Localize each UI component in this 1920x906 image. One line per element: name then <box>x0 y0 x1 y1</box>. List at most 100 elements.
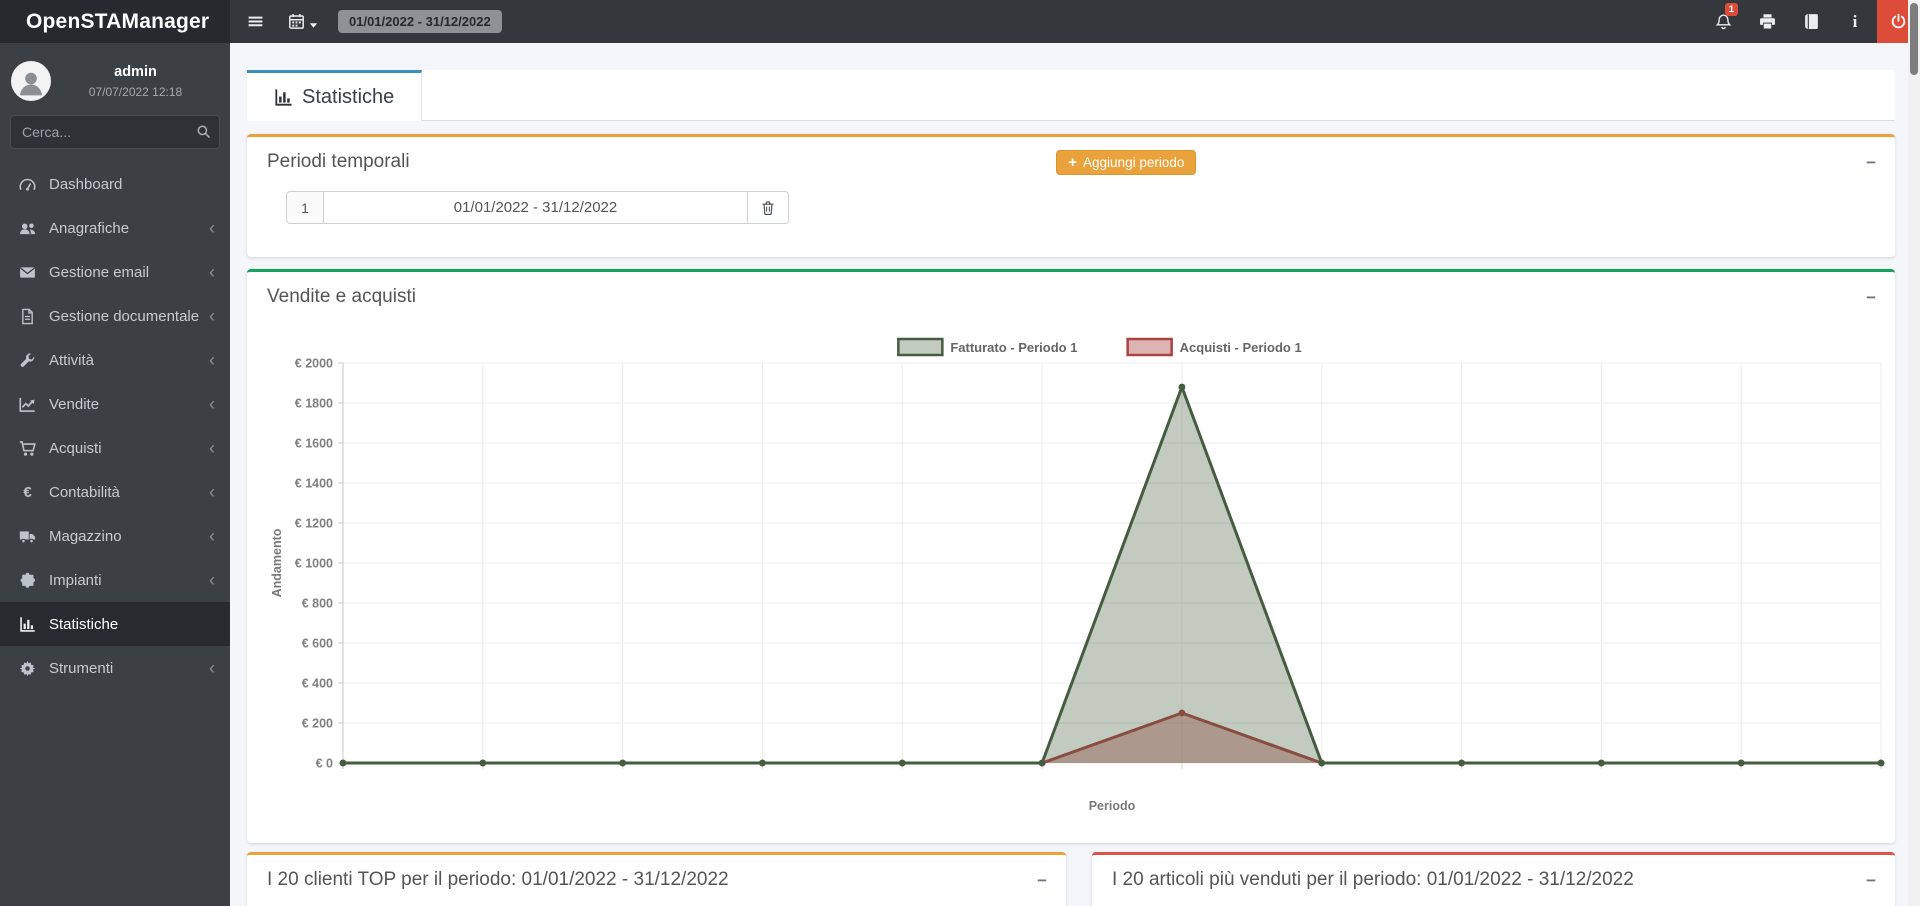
bar-chart-icon <box>274 88 293 107</box>
user-panel: admin 07/07/2022 12:18 <box>0 43 230 101</box>
collapse-periods-button[interactable]: − <box>1866 154 1876 171</box>
search-icon[interactable] <box>196 124 211 139</box>
sidebar-item-label: Statistiche <box>49 616 118 633</box>
sidebar-item-gestione-email[interactable]: Gestione email ‹ <box>0 250 230 294</box>
search-input[interactable] <box>10 115 220 149</box>
avatar <box>11 61 51 101</box>
period-row: 1 <box>286 191 789 224</box>
svg-text:Fatturato - Periodo 1: Fatturato - Periodo 1 <box>950 340 1077 355</box>
periods-card: Periodi temporali + Aggiungi periodo − 1 <box>247 134 1895 257</box>
euro-icon: € <box>18 484 37 501</box>
sidebar-item-label: Impianti <box>49 572 102 589</box>
svg-text:€ 800: € 800 <box>302 597 333 611</box>
chevron-left-icon: ‹ <box>209 527 215 545</box>
chevron-left-icon: ‹ <box>209 263 215 281</box>
sidebar: admin 07/07/2022 12:18 DashboardAnagrafi… <box>0 43 230 906</box>
delete-period-button[interactable] <box>748 191 789 224</box>
sidebar-item-gestione-documentale[interactable]: Gestione documentale ‹ <box>0 294 230 338</box>
svg-text:€ 200: € 200 <box>302 717 333 731</box>
sidebar-item-label: Acquisti <box>49 440 102 457</box>
tab-statistiche[interactable]: Statistiche <box>247 70 422 121</box>
plus-icon: + <box>1068 155 1077 170</box>
page-scrollbar <box>1908 0 1920 906</box>
docs-button[interactable] <box>1789 0 1833 43</box>
sidebar-item-label: Attività <box>49 352 94 369</box>
sidebar-item-label: Anagrafiche <box>49 220 129 237</box>
sidebar-item-label: Magazzino <box>49 528 122 545</box>
tab-label: Statistiche <box>302 86 394 109</box>
trash-icon <box>760 200 776 216</box>
puzzle-icon <box>18 572 37 589</box>
user-name: admin <box>51 64 220 80</box>
sidebar-item-strumenti[interactable]: Strumenti ‹ <box>0 646 230 690</box>
svg-text:€ 2000: € 2000 <box>295 357 333 371</box>
chevron-left-icon: ‹ <box>209 483 215 501</box>
chevron-left-icon: ‹ <box>209 351 215 369</box>
chevron-left-icon: ‹ <box>209 395 215 413</box>
notification-badge: 1 <box>1725 3 1738 16</box>
scrollbar-thumb[interactable] <box>1910 3 1918 75</box>
date-range-badge[interactable]: 01/01/2022 - 31/12/2022 <box>338 10 502 33</box>
top-articles-title: I 20 articoli più venduti per il periodo… <box>1112 867 1634 893</box>
print-button[interactable] <box>1745 0 1789 43</box>
notifications-button[interactable]: 1 <box>1701 0 1745 43</box>
sidebar-item-label: Vendite <box>49 396 99 413</box>
svg-text:€ 1600: € 1600 <box>295 437 333 451</box>
top-articles-card: I 20 articoli più venduti per il periodo… <box>1092 852 1895 906</box>
collapse-top-clients-button[interactable]: − <box>1037 872 1047 889</box>
sidebar-item-acquisti[interactable]: Acquisti ‹ <box>0 426 230 470</box>
top-clients-card: I 20 clienti TOP per il periodo: 01/01/2… <box>247 852 1066 906</box>
topbar-actions: 1 i <box>1701 0 1920 43</box>
sidebar-item-vendite[interactable]: Vendite ‹ <box>0 382 230 426</box>
caret-down-icon <box>309 17 318 26</box>
sidebar-item-magazzino[interactable]: Magazzino ‹ <box>0 514 230 558</box>
svg-text:€ 600: € 600 <box>302 637 333 651</box>
svg-text:€ 1400: € 1400 <box>295 477 333 491</box>
sidebar-item-attivit-[interactable]: Attività ‹ <box>0 338 230 382</box>
sales-card: Vendite e acquisti − € 0€ 200€ 400€ 600€… <box>247 269 1895 843</box>
sales-chart-svg: € 0€ 200€ 400€ 600€ 800€ 1000€ 1200€ 140… <box>257 318 1885 823</box>
sidebar-menu: DashboardAnagrafiche‹Gestione email‹Gest… <box>0 162 230 690</box>
collapse-sales-button[interactable]: − <box>1866 289 1876 306</box>
sidebar-item-label: Strumenti <box>49 660 113 677</box>
sales-card-title: Vendite e acquisti <box>267 284 416 310</box>
chevron-left-icon: ‹ <box>209 659 215 677</box>
printer-icon <box>1759 13 1776 30</box>
calendar-icon <box>288 13 305 30</box>
sidebar-item-contabilit-[interactable]: €Contabilità‹ <box>0 470 230 514</box>
svg-text:€ 1000: € 1000 <box>295 557 333 571</box>
book-icon <box>1803 13 1820 30</box>
sidebar-item-label: Gestione documentale <box>49 308 199 325</box>
dashboard-icon <box>18 176 37 193</box>
period-range-input[interactable] <box>323 191 748 224</box>
svg-text:€ 1800: € 1800 <box>295 397 333 411</box>
document-icon <box>18 308 37 325</box>
sidebar-item-impianti[interactable]: Impianti‹ <box>0 558 230 602</box>
svg-text:€ 1200: € 1200 <box>295 517 333 531</box>
sidebar-item-anagrafiche[interactable]: Anagrafiche ‹ <box>0 206 230 250</box>
power-icon <box>1890 13 1907 30</box>
tab-bar: Statistiche <box>247 70 1895 121</box>
info-button[interactable]: i <box>1833 0 1877 43</box>
chevron-left-icon: ‹ <box>209 307 215 325</box>
app-logo: OpenSTAManager <box>0 0 230 43</box>
top-clients-title: I 20 clienti TOP per il periodo: 01/01/2… <box>267 867 729 893</box>
user-meta: admin 07/07/2022 12:18 <box>51 61 220 99</box>
chevron-left-icon: ‹ <box>209 219 215 237</box>
topbar: OpenSTAManager 01/01/2022 - 31/12/2022 1… <box>0 0 1920 43</box>
sidebar-item-statistiche[interactable]: Statistiche <box>0 602 230 646</box>
sidebar-item-label: Gestione email <box>49 264 149 281</box>
collapse-top-articles-button[interactable]: − <box>1866 872 1876 889</box>
period-index: 1 <box>286 191 323 224</box>
sidebar-toggle-icon[interactable] <box>247 13 264 30</box>
sales-chart: € 0€ 200€ 400€ 600€ 800€ 1000€ 1200€ 140… <box>247 318 1895 828</box>
user-login-datetime: 07/07/2022 12:18 <box>51 85 220 99</box>
sidebar-item-dashboard[interactable]: Dashboard <box>0 162 230 206</box>
chevron-left-icon: ‹ <box>209 439 215 457</box>
calendar-filter-button[interactable] <box>288 13 318 30</box>
main-content: Statistiche Periodi temporali + Aggiungi… <box>230 43 1920 906</box>
envelope-icon <box>18 264 37 281</box>
add-period-button[interactable]: + Aggiungi periodo <box>1056 150 1196 175</box>
periods-card-title: Periodi temporali <box>267 149 410 175</box>
svg-text:Andamento: Andamento <box>270 528 284 597</box>
